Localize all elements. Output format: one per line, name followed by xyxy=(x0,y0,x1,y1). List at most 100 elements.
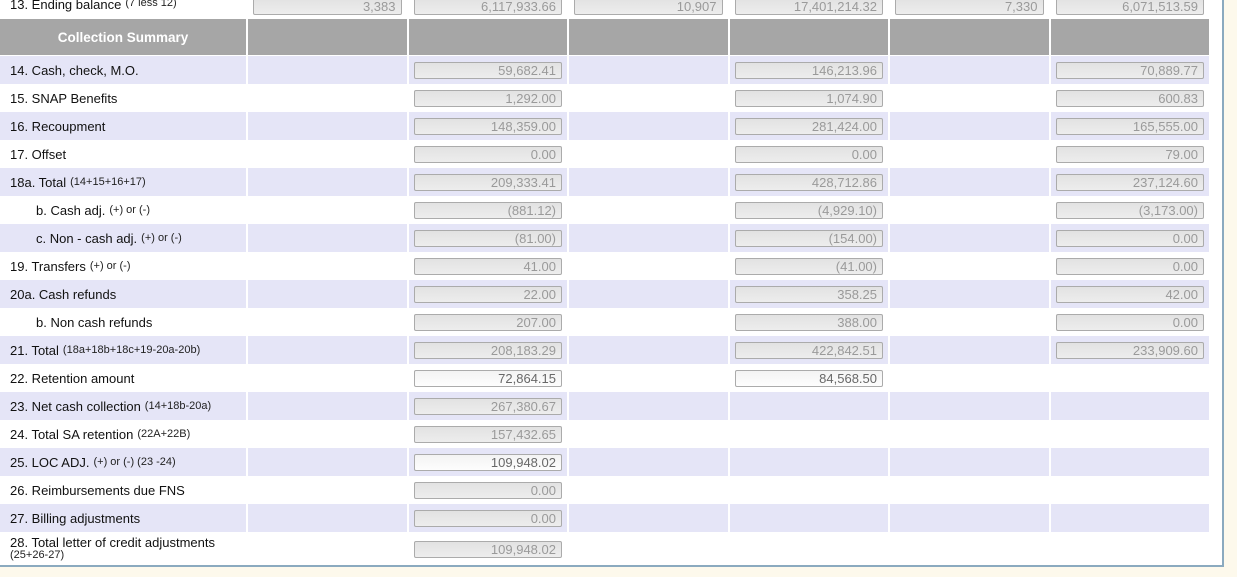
readonly-amount-field xyxy=(414,0,563,15)
table-cell xyxy=(569,504,728,532)
readonly-amount-field xyxy=(414,146,563,163)
readonly-amount-field xyxy=(1056,342,1205,359)
row-label: b. Cash adj.(+) or (-) xyxy=(0,196,246,224)
row-label-note: (+) or (-) xyxy=(109,204,150,216)
table-cell xyxy=(248,392,407,420)
table-cell xyxy=(730,448,889,476)
table-cell xyxy=(248,364,407,392)
table-cell xyxy=(890,532,1049,566)
table-cell xyxy=(730,280,889,308)
table-row: 17. Offset xyxy=(0,140,1222,168)
readonly-amount-field xyxy=(414,342,563,359)
readonly-amount-field xyxy=(1056,286,1205,303)
row-label-note: (+) or (-) xyxy=(90,260,131,272)
row-label: 23. Net cash collection(14+18b-20a) xyxy=(0,392,246,420)
readonly-amount-field xyxy=(414,118,563,135)
readonly-amount-field xyxy=(414,482,563,499)
table-cell xyxy=(248,0,407,15)
table-cell xyxy=(569,196,728,224)
row-label-note: (22A+22B) xyxy=(137,428,190,440)
table-cell xyxy=(409,224,568,252)
readonly-amount-field xyxy=(414,174,563,191)
table-row: 25. LOC ADJ.(+) or (-) (23 -24) xyxy=(0,448,1222,476)
readonly-amount-field xyxy=(735,174,884,191)
readonly-amount-field xyxy=(735,146,884,163)
table-cell xyxy=(730,0,889,15)
table-cell xyxy=(569,56,728,84)
table-cell xyxy=(248,56,407,84)
editable-amount-input[interactable] xyxy=(414,454,563,471)
table-cell xyxy=(569,532,728,566)
readonly-amount-field xyxy=(895,0,1044,15)
readonly-amount-field xyxy=(414,202,563,219)
row-label-note: (+) or (-) (23 -24) xyxy=(93,456,175,468)
editable-amount-input[interactable] xyxy=(735,370,884,387)
editable-amount-input[interactable] xyxy=(414,370,563,387)
table-cell xyxy=(730,112,889,140)
readonly-amount-field xyxy=(1056,62,1205,79)
table-cell xyxy=(569,0,728,15)
table-cell xyxy=(1051,168,1210,196)
table-cell xyxy=(409,252,568,280)
row-label-note: (18a+18b+18c+19-20a-20b) xyxy=(63,344,200,356)
table-row: 26. Reimbursements due FNS xyxy=(0,476,1222,504)
table-cell xyxy=(1051,336,1210,364)
table-row: 20a. Cash refunds xyxy=(0,280,1222,308)
table-cell xyxy=(730,56,889,84)
readonly-amount-field xyxy=(735,314,884,331)
row-label: 18a. Total(14+15+16+17) xyxy=(0,168,246,196)
table-row: c. Non - cash adj.(+) or (-) xyxy=(0,224,1222,252)
table-row: 27. Billing adjustments xyxy=(0,504,1222,532)
table-row: 18a. Total(14+15+16+17) xyxy=(0,168,1222,196)
table-cell xyxy=(569,364,728,392)
readonly-amount-field xyxy=(735,62,884,79)
row-label: 20a. Cash refunds xyxy=(0,280,246,308)
readonly-amount-field xyxy=(1056,314,1205,331)
readonly-amount-field xyxy=(414,426,563,443)
collection-summary-header-row: Collection Summary xyxy=(0,19,1222,55)
table-cell xyxy=(890,168,1049,196)
table-cell xyxy=(248,476,407,504)
table-cell xyxy=(409,448,568,476)
table-row: 13. Ending balance(7 less 12) xyxy=(0,0,1222,15)
readonly-amount-field xyxy=(414,541,563,558)
table-cell xyxy=(409,420,568,448)
table-cell xyxy=(890,140,1049,168)
row-label: 27. Billing adjustments xyxy=(0,504,246,532)
table-cell xyxy=(890,112,1049,140)
table-cell xyxy=(1051,140,1210,168)
table-cell xyxy=(569,252,728,280)
row-label: 17. Offset xyxy=(0,140,246,168)
table-row: 14. Cash, check, M.O. xyxy=(0,56,1222,84)
table-cell xyxy=(569,336,728,364)
table-cell xyxy=(890,336,1049,364)
readonly-amount-field xyxy=(414,230,563,247)
row-label: c. Non - cash adj.(+) or (-) xyxy=(0,224,246,252)
header-spacer-cell xyxy=(890,19,1049,55)
row-label-note: (14+18b-20a) xyxy=(145,400,211,412)
table-cell xyxy=(248,252,407,280)
row-label: 14. Cash, check, M.O. xyxy=(0,56,246,84)
readonly-amount-field xyxy=(414,398,563,415)
table-cell xyxy=(890,0,1049,15)
row-label-note: (14+15+16+17) xyxy=(70,176,146,188)
table-cell xyxy=(1051,532,1210,566)
table-cell xyxy=(1051,448,1210,476)
table-cell xyxy=(1051,0,1210,15)
table-row: 28. Total letter of credit adjustments(2… xyxy=(0,532,1222,566)
readonly-amount-field xyxy=(414,510,563,527)
table-row: b. Non cash refunds xyxy=(0,308,1222,336)
table-cell xyxy=(569,168,728,196)
table-cell xyxy=(1051,420,1210,448)
readonly-amount-field xyxy=(414,62,563,79)
table-cell xyxy=(569,280,728,308)
table-cell xyxy=(730,476,889,504)
readonly-amount-field xyxy=(1056,202,1205,219)
table-cell xyxy=(890,420,1049,448)
row-label: 24. Total SA retention(22A+22B) xyxy=(0,420,246,448)
header-spacer-cell xyxy=(1051,19,1210,55)
row-label: 25. LOC ADJ.(+) or (-) (23 -24) xyxy=(0,448,246,476)
table-cell xyxy=(730,140,889,168)
table-cell xyxy=(569,448,728,476)
table-cell xyxy=(1051,280,1210,308)
